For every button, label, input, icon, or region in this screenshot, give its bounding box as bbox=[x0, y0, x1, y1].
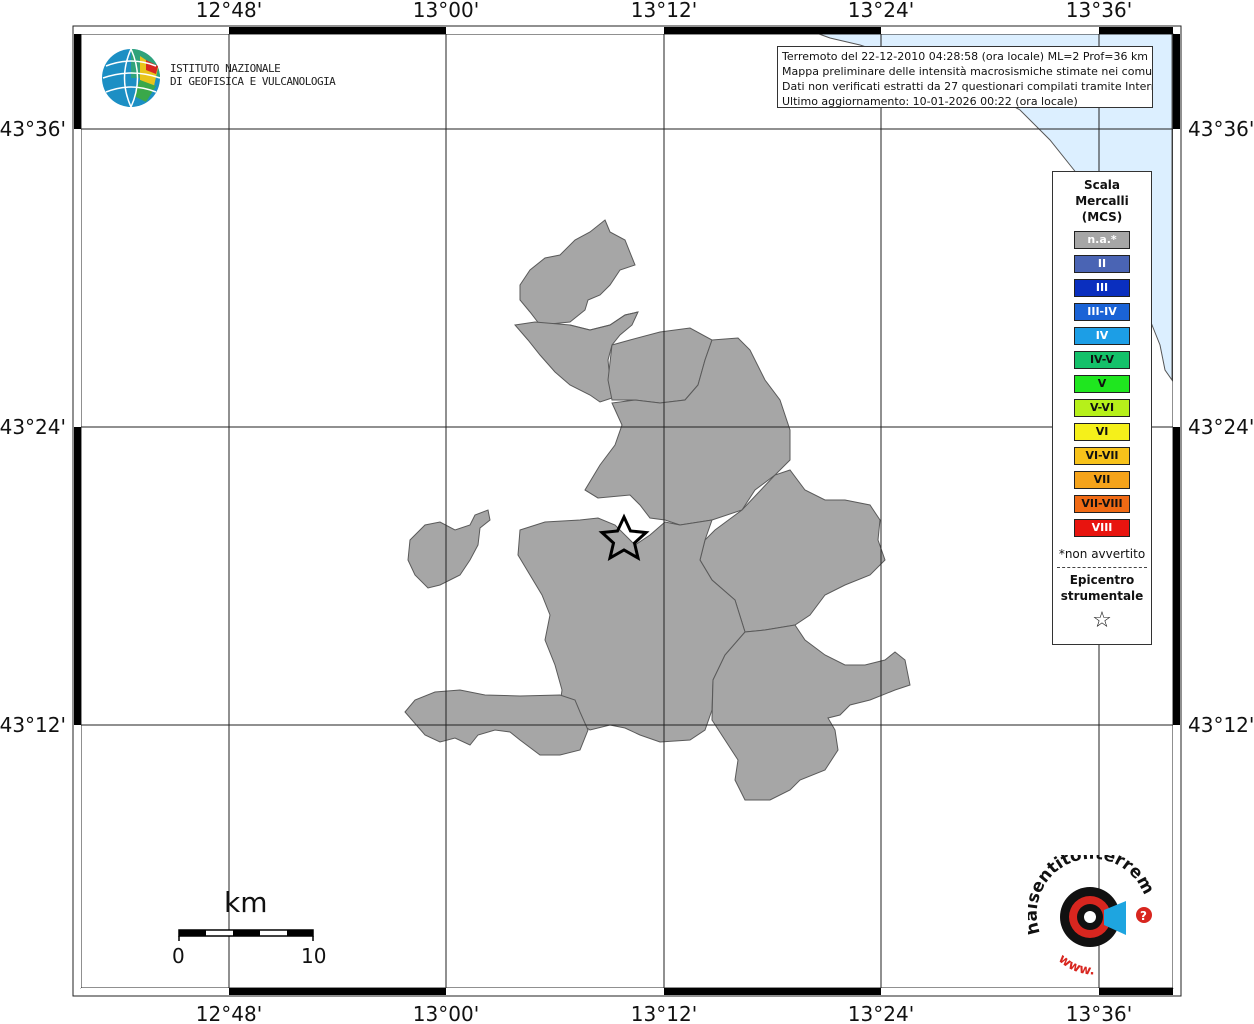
lon-label: 12°48' bbox=[196, 0, 262, 22]
svg-text:?: ? bbox=[1140, 909, 1147, 923]
legend-title-line: Scala bbox=[1083, 178, 1121, 192]
right-coordinate-labels: 43°36' 43°24' 43°12' bbox=[1188, 117, 1254, 737]
lon-label: 13°00' bbox=[413, 0, 479, 22]
legend-item: III-IV bbox=[1074, 303, 1130, 321]
globe-icon bbox=[102, 48, 161, 108]
legend-item: VII-VIII bbox=[1074, 495, 1130, 513]
legend-item: III bbox=[1074, 279, 1130, 297]
legend-title-line: Mercalli bbox=[1075, 194, 1129, 208]
left-coordinate-labels: 43°36' 43°24' 43°12' bbox=[0, 117, 66, 737]
ingv-name: ISTITUTO NAZIONALE DI GEOFISICA E VULCAN… bbox=[170, 62, 336, 88]
legend-epicenter-label: Epicentro strumentale bbox=[1053, 572, 1151, 604]
svg-text:www.: www. bbox=[1055, 951, 1095, 975]
haisentito-logo-graphic: ? haisentitoilterremoto.it www. bbox=[1022, 840, 1159, 979]
top-coordinate-labels: 12°48' 13°00' 13°12' 13°24' 13°36' bbox=[196, 0, 1132, 22]
info-line: Terremoto del 22-12-2010 04:28:58 (ora l… bbox=[782, 50, 1149, 63]
legend-item: VII bbox=[1074, 471, 1130, 489]
municipality-area bbox=[404, 689, 589, 756]
legend-items: n.a.* II III III-IV IV IV-V V V-VI VI VI-VII VII VI… bbox=[1053, 231, 1151, 537]
ingv-logo: ISTITUTO NAZIONALE DI GEOFISICA E VULCAN… bbox=[100, 46, 336, 110]
ingv-name-line2: DI GEOFISICA E VULCANOLOGIA bbox=[170, 75, 336, 88]
legend-item: VI-VII bbox=[1074, 447, 1130, 465]
legend-epicenter-line: Epicentro bbox=[1069, 573, 1135, 587]
lat-label: 43°12' bbox=[1188, 713, 1254, 737]
earthquake-info-box: Terremoto del 22-12-2010 04:28:58 (ora l… bbox=[777, 46, 1153, 108]
scale-bar bbox=[178, 929, 314, 941]
legend-separator bbox=[1057, 567, 1147, 568]
info-line: Dati non verificati estratti da 27 quest… bbox=[782, 80, 1153, 93]
legend-title-line: (MCS) bbox=[1081, 210, 1123, 224]
graticule bbox=[77, 30, 1177, 992]
municipality-area bbox=[711, 624, 911, 801]
lon-label: 13°36' bbox=[1066, 0, 1132, 22]
legend-item: IV bbox=[1074, 327, 1130, 345]
haisentito-www: www. bbox=[1055, 951, 1095, 978]
lon-label: 13°24' bbox=[848, 1002, 914, 1024]
mcs-legend: Scala Mercalli (MCS) n.a.* II III III-IV IV I… bbox=[1052, 171, 1152, 645]
legend-item: IV-V bbox=[1074, 351, 1130, 369]
lat-label: 43°24' bbox=[1188, 415, 1254, 439]
lat-label: 43°36' bbox=[0, 117, 66, 141]
lon-label: 13°12' bbox=[631, 0, 697, 22]
info-line: Ultimo aggiornamento: 10-01-2026 00:22 (… bbox=[782, 95, 1078, 108]
municipality-area bbox=[519, 219, 636, 326]
scale-min: 0 bbox=[172, 944, 185, 968]
legend-item: n.a.* bbox=[1074, 231, 1130, 249]
lon-label: 13°36' bbox=[1066, 1002, 1132, 1024]
legend-item: II bbox=[1074, 255, 1130, 273]
legend-star-icon: ☆ bbox=[1092, 608, 1112, 633]
lon-label: 13°12' bbox=[631, 1002, 697, 1024]
legend-item: VI bbox=[1074, 423, 1130, 441]
bottom-coordinate-labels: 12°48' 13°00' 13°12' 13°24' 13°36' bbox=[196, 1002, 1132, 1024]
scale-max: 10 bbox=[301, 944, 327, 968]
map-frame bbox=[72, 25, 1182, 997]
legend-note: *non avvertito bbox=[1058, 547, 1146, 561]
legend-title: Scala Mercalli (MCS) bbox=[1053, 177, 1151, 225]
ingv-name-line1: ISTITUTO NAZIONALE bbox=[170, 62, 281, 75]
lat-label: 43°12' bbox=[0, 713, 66, 737]
municipality-areas bbox=[404, 219, 911, 801]
legend-item: VIII bbox=[1074, 519, 1130, 537]
legend-item: V-VI bbox=[1074, 399, 1130, 417]
lon-label: 12°48' bbox=[196, 1002, 262, 1024]
legend-epicenter-line: strumentale bbox=[1060, 589, 1144, 603]
info-line: Mappa preliminare delle intensità macros… bbox=[782, 65, 1153, 78]
scale-unit: km bbox=[224, 886, 268, 919]
lon-label: 13°00' bbox=[413, 1002, 479, 1024]
lat-label: 43°24' bbox=[0, 415, 66, 439]
haisentito-logo: ? haisentitoilterremoto.it www. bbox=[1022, 840, 1159, 979]
lon-label: 13°24' bbox=[848, 0, 914, 22]
legend-item: V bbox=[1074, 375, 1130, 393]
lat-label: 43°36' bbox=[1188, 117, 1254, 141]
municipality-area bbox=[407, 509, 491, 589]
